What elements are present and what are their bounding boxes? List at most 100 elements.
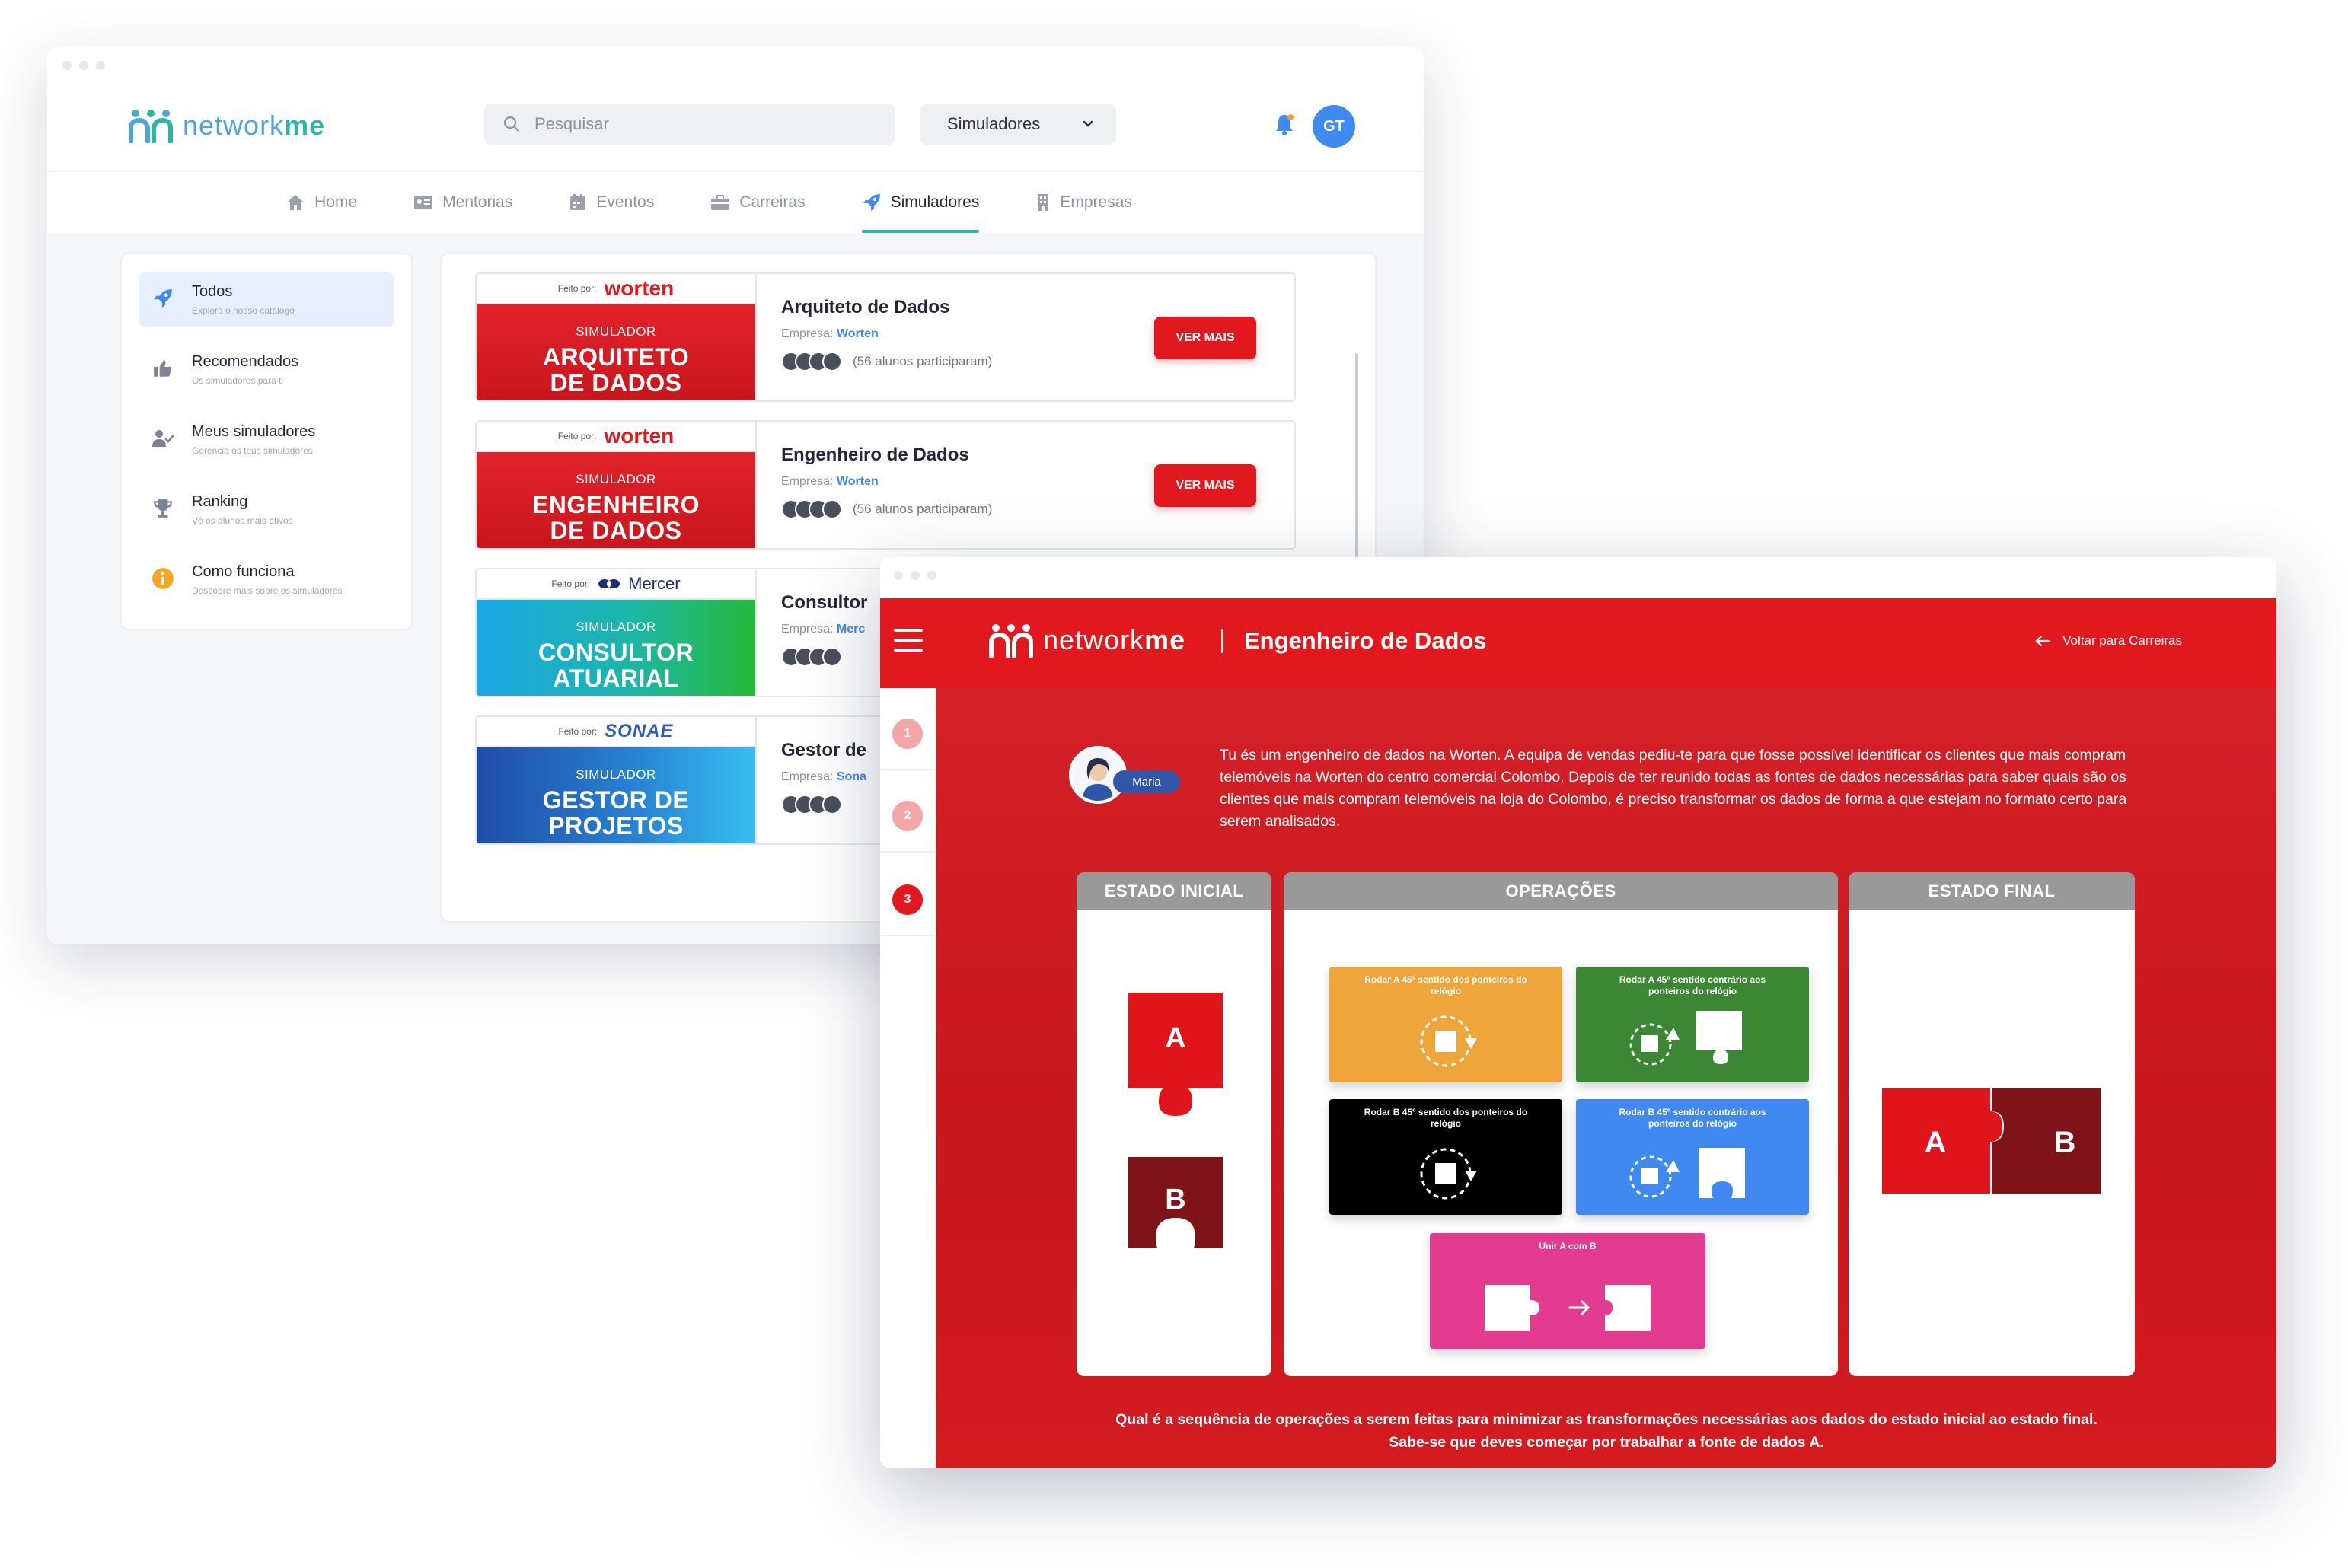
main-nav: Home Mentorias Eventos Carreiras Simulad… [47, 172, 1424, 233]
tab-eventos[interactable]: Eventos [569, 172, 654, 233]
sidebar-item-como-funciona[interactable]: Como funciona Descobre mais sobre os simu… [139, 553, 394, 607]
simulator-card[interactable]: Feito por: worten SIMULADOR ENGENHEIRO DE… [475, 420, 1296, 550]
list-scrollbar[interactable] [1355, 353, 1358, 574]
made-by-label: Feito por: [557, 283, 597, 294]
piece-b-label: B [1165, 1184, 1185, 1216]
company-label: Empresa: [781, 475, 834, 488]
banner-kicker: SIMULADOR [576, 620, 656, 634]
operation-label: Rodar B 45º sentido dos ponteiros do rel… [1364, 1107, 1528, 1129]
logo-text-network: network [183, 110, 285, 141]
window-controls [62, 61, 105, 70]
operation-rotate-b-clockwise[interactable]: Rodar B 45º sentido dos ponteiros do rel… [1329, 1099, 1562, 1215]
search-input[interactable]: Pesquisar [484, 104, 895, 145]
tab-carreiras[interactable]: Carreiras [710, 172, 806, 233]
briefcase-icon [711, 195, 730, 210]
trophy-icon [154, 499, 172, 518]
simulator-window: networkme Engenheiro de Dados Voltar par… [880, 557, 2276, 1468]
company-link[interactable]: Sona [837, 770, 866, 783]
back-link-label: Voltar para Carreiras [2062, 633, 2182, 648]
networkme-logo[interactable]: networkme [126, 108, 325, 143]
step-1[interactable]: 1 [892, 719, 923, 749]
logo-text-me: me [284, 110, 326, 141]
question-line-2: Sabe-se que deves começar por trabalhar … [1389, 1434, 1824, 1451]
tab-simuladores[interactable]: Simuladores [861, 172, 979, 233]
final-piece-b: B [1992, 1088, 2101, 1194]
sidebar-item-sub: Descobre mais sobre os simuladores [192, 585, 343, 596]
logo-text: networkme [1043, 624, 1185, 656]
sidebar-item-meus-simuladores[interactable]: Meus simuladores Gerencia os teus simulad… [139, 413, 394, 467]
operation-join-a-b[interactable]: Unir A com B [1430, 1233, 1705, 1349]
rail-divider [880, 769, 936, 770]
panel-header: OPERAÇÕES [1284, 872, 1838, 910]
info-icon [152, 568, 174, 589]
company-label: Empresa: [781, 623, 834, 636]
operation-label: Rodar B 45º sentido contrário aos pontei… [1619, 1107, 1766, 1129]
sidebar-item-todos[interactable]: Todos Explora o nosso catálogo [139, 272, 394, 327]
tab-home[interactable]: Home [286, 172, 357, 233]
rail-divider [880, 851, 936, 853]
piece-a-label: A [1165, 1022, 1185, 1054]
company-link[interactable]: Merc [837, 623, 865, 636]
banner-title-line1: CONSULTOR [538, 639, 694, 666]
sidebar-item-recomendados[interactable]: Recomendados Os simuladores para ti [139, 343, 394, 397]
step-3[interactable]: 3 [892, 884, 923, 915]
final-piece-a-label: A [1925, 1126, 1947, 1159]
operation-rotate-a-clockwise[interactable]: Rodar A 45º sentido dos ponteiros do rel… [1329, 967, 1562, 1082]
operation-label: Rodar A 45º sentido contrário aos pontei… [1619, 974, 1766, 996]
operation-label: Rodar A 45º sentido dos ponteiros do rel… [1364, 974, 1527, 996]
tab-label: Carreiras [739, 193, 806, 211]
ver-mais-label: VER MAIS [1176, 331, 1235, 344]
made-by-label: Feito por: [551, 578, 591, 589]
user-avatar[interactable]: GT [1313, 105, 1355, 148]
window-dot[interactable] [62, 61, 72, 70]
brand-logo: SONAE [605, 721, 674, 741]
operation-rotate-a-counterclockwise[interactable]: Rodar A 45º sentido contrário aos pontei… [1576, 967, 1809, 1082]
id-card-icon [414, 196, 433, 209]
rocket-icon [154, 289, 172, 308]
simulator-header: networkme Engenheiro de Dados Voltar par… [880, 598, 2276, 688]
step-2[interactable]: 2 [892, 801, 923, 831]
window-dot[interactable] [927, 571, 936, 580]
company-label: Empresa: [781, 770, 834, 783]
sidebar-item-sub: Gerencia os teus simuladores [192, 445, 313, 456]
tab-mentorias[interactable]: Mentorias [413, 172, 512, 233]
simulator-card[interactable]: Feito por: worten SIMULADOR ARQUITETO DE … [475, 272, 1296, 402]
window-dot[interactable] [894, 571, 903, 580]
tab-empresas[interactable]: Empresas [1035, 172, 1132, 233]
category-select[interactable]: Simuladores [920, 104, 1116, 145]
sidebar-item-ranking[interactable]: Ranking Vê os alunos mais ativos [139, 483, 394, 537]
notifications-button[interactable] [1271, 110, 1297, 139]
ver-mais-button[interactable]: VER MAIS [1154, 464, 1256, 507]
rotate-counterclockwise-icon [1629, 1148, 1745, 1198]
logo-text-network: network [1043, 624, 1145, 655]
card-banner: Feito por: Mercer SIMULADOR CONSULTOR AT… [477, 569, 757, 696]
banner-kicker: SIMULADOR [576, 324, 656, 339]
card-banner: Feito por: SONAE SIMULADOR GESTOR DE PROJ… [477, 717, 757, 843]
question-text: Qual é a sequência de operações a serem … [936, 1408, 2276, 1454]
step-number: 1 [904, 727, 911, 740]
piece-a[interactable]: A [1128, 993, 1223, 1116]
sidebar-item-label: Ranking [192, 493, 248, 510]
window-dot[interactable] [911, 571, 920, 580]
search-icon [503, 116, 520, 132]
header-divider [1221, 629, 1223, 653]
company-link[interactable]: Worten [837, 475, 879, 488]
window-dot[interactable] [79, 61, 88, 70]
hamburger-menu-icon[interactable] [894, 629, 923, 652]
ver-mais-button[interactable]: VER MAIS [1154, 317, 1256, 359]
networkme-logo[interactable]: networkme [987, 623, 1185, 658]
rotate-counterclockwise-icon [1629, 1011, 1742, 1066]
operations-panel: OPERAÇÕES Rodar A 45º sentido dos pontei… [1284, 872, 1838, 1376]
made-by-label: Feito por: [557, 431, 597, 441]
operation-rotate-b-counterclockwise[interactable]: Rodar B 45º sentido contrário aos pontei… [1576, 1099, 1809, 1215]
user-check-icon [152, 430, 174, 447]
window-dot[interactable] [96, 61, 105, 70]
final-pieces: A B [1882, 1088, 2101, 1194]
thumbs-up-icon [154, 360, 172, 377]
piece-b[interactable]: B [1128, 1157, 1223, 1248]
back-to-careers-link[interactable]: Voltar para Carreiras [2035, 633, 2182, 649]
catalog-sidebar: Todos Explora o nosso catálogo Recomendad… [120, 253, 413, 630]
bell-icon [1276, 114, 1294, 135]
card-title: Engenheiro de Dados [781, 445, 969, 465]
company-link[interactable]: Worten [837, 327, 879, 340]
